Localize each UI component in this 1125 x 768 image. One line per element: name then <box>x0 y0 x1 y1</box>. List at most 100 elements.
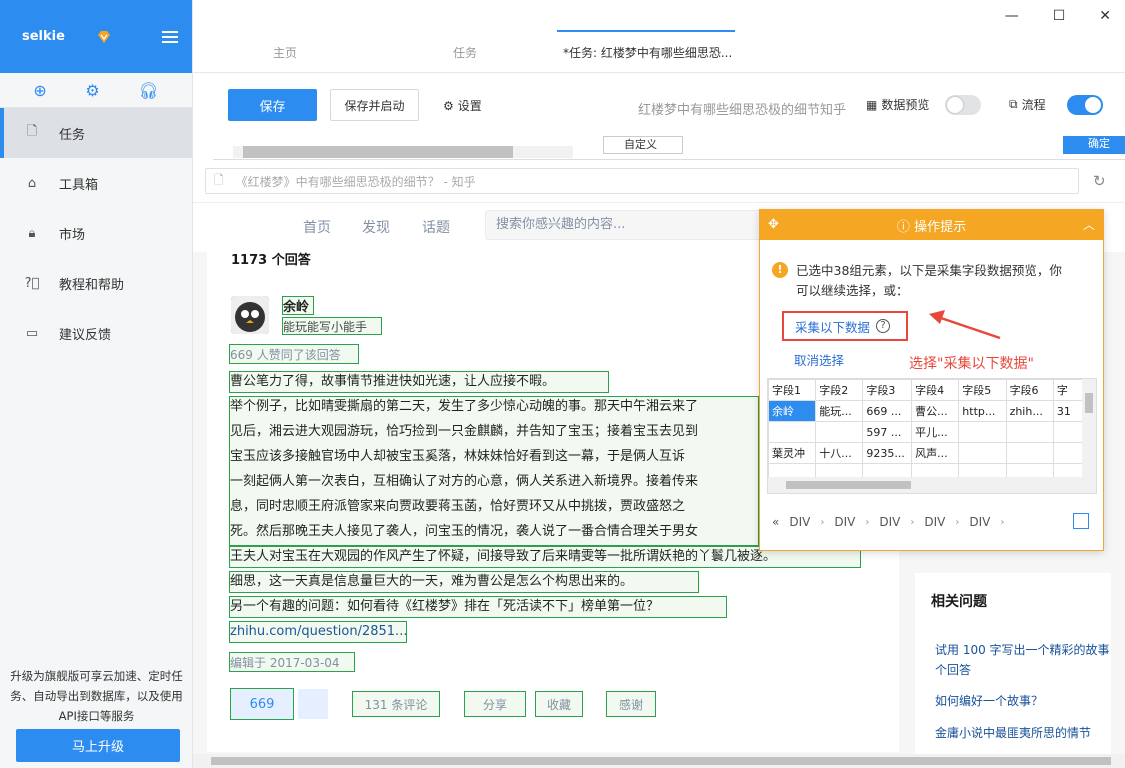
maximize-icon[interactable]: ☐ <box>1053 8 1066 24</box>
breadcrumb-item[interactable]: DIV <box>834 515 855 529</box>
close-icon[interactable]: ✕ <box>1099 8 1111 24</box>
avatar[interactable] <box>231 296 269 334</box>
table-cell[interactable]: 曹公... <box>911 400 960 422</box>
hamburger-menu-icon[interactable] <box>162 30 178 43</box>
move-icon[interactable]: ✥ <box>768 217 779 232</box>
flow-label-text: 流程 <box>1021 98 1046 112</box>
breadcrumb-item[interactable]: DIV <box>879 515 900 529</box>
vip-diamond-icon[interactable] <box>97 30 111 44</box>
task-title: 红楼梦中有哪些细思恐极的细节知乎 <box>638 103 847 118</box>
related-question[interactable]: 试用 100 字写出一个精彩的故事 个回答 <box>935 640 1111 680</box>
downvote-button[interactable] <box>298 689 328 719</box>
chevron-right-icon: › <box>1000 516 1005 528</box>
table-cell[interactable]: 葉灵冲 <box>768 442 817 464</box>
related-question[interactable]: 如何编好一个故事？ <box>935 691 1111 711</box>
collect-data-button[interactable]: 采集以下数据 ? <box>782 311 908 341</box>
sidebar-quick-icons: ⊕ ⚙ 🎧︎ <box>0 73 192 108</box>
url-bar[interactable]: 🗋︎ 《红楼梦》中有哪些细思恐极的细节？ - 知乎 <box>205 168 1079 194</box>
add-circle-icon[interactable]: ⊕ <box>33 81 46 100</box>
external-link-icon[interactable] <box>1073 513 1089 529</box>
selection-highlight <box>229 344 359 364</box>
table-cell[interactable]: 平儿... <box>911 421 960 443</box>
nav-home[interactable]: 首页 <box>303 217 331 237</box>
table-header: 字段1 <box>768 379 817 401</box>
popup-header[interactable]: ✥ ⓘ 操作提示 ︿ <box>760 210 1103 240</box>
table-cell[interactable]: zhih... <box>1005 400 1054 422</box>
table-cell[interactable]: 669 ... <box>862 400 913 422</box>
upgrade-button[interactable]: 马上升级 <box>16 729 180 762</box>
table-cell[interactable]: 十八... <box>815 442 864 464</box>
operation-hint-popup: ✥ ⓘ 操作提示 ︿ ! 已选中38组元素，以下是采集字段数据预览，你可以继续选… <box>759 209 1104 551</box>
nav-topics[interactable]: 话题 <box>422 217 450 237</box>
save-button[interactable]: 保存 <box>228 89 317 121</box>
search-input[interactable]: 搜索你感兴趣的内容... <box>485 210 765 240</box>
table-cell[interactable] <box>1005 421 1054 443</box>
page-horizontal-scrollbar[interactable] <box>193 754 1125 768</box>
table-header: 字段3 <box>862 379 913 401</box>
selection-highlight <box>282 296 314 315</box>
nav-discover[interactable]: 发现 <box>362 217 390 237</box>
preview-table: 字段1 字段2 字段3 字段4 字段5 字段6 字 余岭 能玩... 669 .… <box>767 378 1097 494</box>
custom-button[interactable]: 自定义 <box>603 136 683 154</box>
double-chevron-left-icon[interactable]: « <box>772 515 779 529</box>
table-horizontal-scrollbar[interactable] <box>768 477 1096 493</box>
divider <box>193 72 1125 73</box>
active-tab-indicator <box>557 30 735 32</box>
refresh-icon[interactable]: ↻ <box>1093 172 1106 190</box>
flow-toggle[interactable] <box>1067 95 1103 115</box>
table-cell[interactable] <box>768 421 817 443</box>
sidebar-item-toolbox[interactable]: ⌂ 工具箱 <box>0 158 192 208</box>
headset-icon[interactable]: 🎧︎ <box>138 81 158 100</box>
warning-icon: ! <box>772 262 788 278</box>
sidebar-item-market[interactable]: 🔒︎ 市场 <box>0 208 192 258</box>
save-and-start-button[interactable]: 保存并启动 <box>330 89 419 121</box>
table-vertical-scrollbar[interactable] <box>1082 379 1096 477</box>
table-cell[interactable]: 能玩... <box>815 400 864 422</box>
tab-tasks[interactable]: 任务 <box>453 44 477 61</box>
breadcrumb-item[interactable]: DIV <box>924 515 945 529</box>
flow-label: ⧉ 流程 <box>1009 96 1046 113</box>
question-icon[interactable]: ? <box>876 319 891 333</box>
breadcrumb-item[interactable]: DIV <box>789 515 810 529</box>
tab-current-task[interactable]: *任务: 红楼梦中有哪些细思恐... <box>563 44 732 61</box>
chevron-right-icon: › <box>910 516 915 528</box>
sidebar-item-feedback[interactable]: ▭ 建议反馈 <box>0 308 192 358</box>
table-cell[interactable]: 风声... <box>911 442 960 464</box>
table-cell[interactable] <box>958 442 1007 464</box>
table-cell[interactable]: 余岭 <box>768 400 817 422</box>
table-header: 字段5 <box>958 379 1007 401</box>
chevron-right-icon: › <box>820 516 825 528</box>
sidebar-item-label: 教程和帮助 <box>59 277 125 293</box>
sidebar-item-tasks[interactable]: 🗋︎ 任务 <box>0 108 192 158</box>
table-cell[interactable] <box>1005 442 1054 464</box>
minimize-icon[interactable]: — <box>1005 8 1019 24</box>
table-header: 字段2 <box>815 379 864 401</box>
breadcrumb-item[interactable]: DIV <box>969 515 990 529</box>
related-question[interactable]: 金庸小说中最匪夷所思的情节 <box>935 723 1111 743</box>
related-title: 相关问题 <box>931 594 987 610</box>
gear-icon[interactable]: ⚙ <box>85 81 99 100</box>
confirm-button[interactable]: 确定 <box>1063 136 1125 154</box>
cancel-selection-link[interactable]: 取消选择 <box>794 350 844 369</box>
settings-button[interactable]: ⚙ 设置 <box>443 97 482 114</box>
scrollbar-thumb[interactable] <box>243 146 513 158</box>
collect-label: 采集以下数据 <box>795 319 871 335</box>
page-icon: 🗋︎ <box>214 172 224 187</box>
table-cell[interactable]: 9235... <box>862 442 913 464</box>
table-cell[interactable] <box>958 421 1007 443</box>
selection-highlight <box>229 571 699 593</box>
collapse-icon[interactable]: ︿ <box>1083 216 1095 233</box>
table-cell[interactable] <box>815 421 864 443</box>
file-icon: 🗋︎ <box>26 124 38 139</box>
annotation-arrow-icon <box>929 310 1001 340</box>
annotation-text: 选择"采集以下数据" <box>909 356 1034 372</box>
table-cell[interactable]: http... <box>958 400 1007 422</box>
data-preview-toggle[interactable] <box>945 95 981 115</box>
sidebar-item-help[interactable]: ?⃝ 教程和帮助 <box>0 258 192 308</box>
preview-label-text: 数据预览 <box>881 98 930 112</box>
table-cell[interactable]: 597 ... <box>862 421 913 443</box>
sidebar-item-label: 建议反馈 <box>59 327 112 343</box>
tab-home[interactable]: 主页 <box>273 44 297 61</box>
selection-highlight <box>229 652 355 672</box>
table-row: 葉灵冲 十八... 9235... 风声... <box>768 442 1096 464</box>
